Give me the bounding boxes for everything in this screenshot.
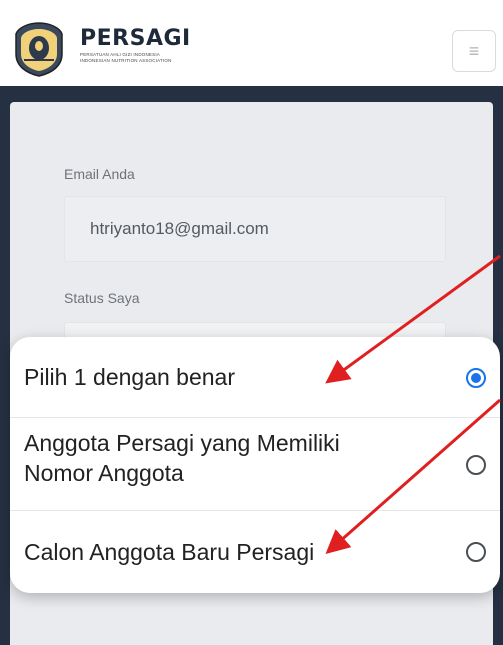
hamburger-icon: ≡ — [468, 40, 480, 61]
brand-tagline-id: PERSATUAN AHLI GIZI INDONESIA — [80, 52, 160, 57]
radio-unselected-icon[interactable] — [466, 542, 486, 562]
brand-name: PERSAGI — [80, 26, 191, 51]
hamburger-menu-button[interactable]: ≡ — [452, 30, 496, 72]
option-calon-anggota[interactable]: Calon Anggota Baru Persagi — [10, 510, 500, 593]
radio-unselected-icon[interactable] — [466, 455, 486, 475]
option-label: Pilih 1 dengan benar — [24, 364, 235, 390]
option-anggota-persagi[interactable]: Anggota Persagi yang Memiliki Nomor Angg… — [10, 417, 500, 510]
option-pilih[interactable]: Pilih 1 dengan benar — [10, 337, 500, 417]
option-label: Calon Anggota Baru Persagi — [24, 539, 315, 565]
option-label-line2: Nomor Anggota — [24, 460, 184, 486]
email-label: Email Anda — [64, 166, 135, 182]
radio-selected-icon[interactable] — [466, 368, 486, 388]
app-header: PERSAGI PERSATUAN AHLI GIZI INDONESIA IN… — [0, 0, 503, 86]
persagi-logo-icon — [15, 22, 63, 77]
status-picker-dialog: Pilih 1 dengan benar Anggota Persagi yan… — [10, 337, 500, 593]
brand-tagline-en: INDONESIAN NUTRITION ASSOCIATION — [80, 58, 172, 63]
email-value: htriyanto18@gmail.com — [90, 219, 269, 238]
option-label-line1: Anggota Persagi yang Memiliki — [24, 430, 340, 456]
status-label: Status Saya — [64, 290, 140, 306]
